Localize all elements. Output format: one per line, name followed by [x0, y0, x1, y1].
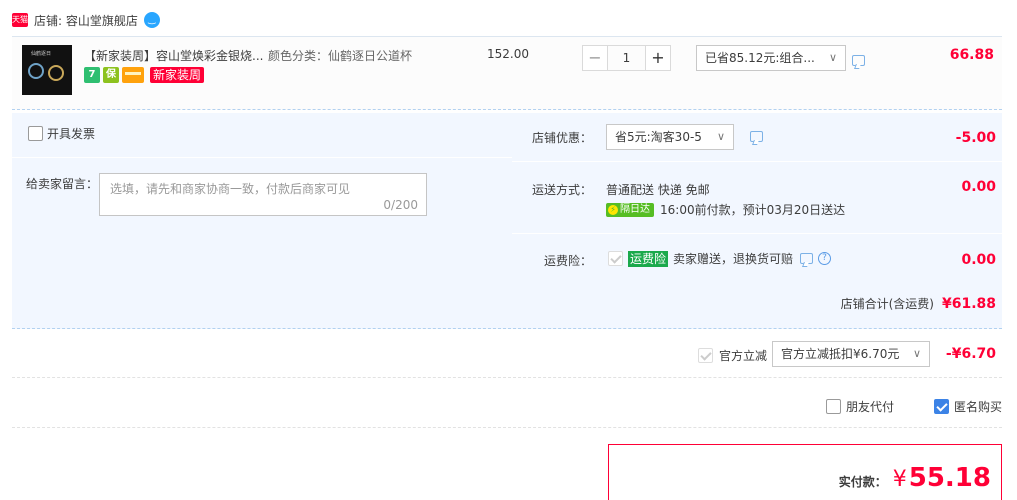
increase-quantity-button[interactable]: + [645, 45, 671, 71]
order-options-left: 开具发票 给卖家留言： 选填，请先和商家协商一致，付款后商家可见 0/200 [12, 113, 512, 277]
official-discount-value: 官方立减抵扣¥6.70元 [781, 347, 900, 361]
order-options-panel: 开具发票 给卖家留言： 选填，请先和商家协商一致，付款后商家可见 0/200 店… [12, 113, 1002, 329]
divider [512, 161, 1002, 162]
help-icon[interactable]: ? [818, 252, 832, 265]
freight-insurance-checkbox [608, 251, 623, 266]
payment-options-row: 朋友代付 匿名购买 [12, 382, 1002, 428]
freight-insurance-amount: 0.00 [961, 252, 996, 268]
lightning-icon: ⚡ [608, 204, 618, 215]
store-total: 店铺合计(含运费) ¥61.88 [841, 295, 996, 312]
payment-amount: 55.18 [908, 463, 991, 493]
divider [12, 157, 512, 158]
message-icon[interactable] [852, 55, 865, 66]
seller-memo-textarea[interactable]: 选填，请先和商家协商一致，付款后商家可见 0/200 [99, 173, 427, 216]
cup-graphic [48, 65, 64, 81]
official-discount-amount: -¥6.70 [945, 346, 996, 362]
invoice-checkbox[interactable] [28, 126, 43, 141]
official-discount-checkbox [698, 348, 713, 363]
service-tags: 7 保 新家装周 [84, 67, 205, 83]
store-total-label: 店铺合计(含运费) [840, 297, 934, 311]
store-coupon-value: 省5元:淘客30-5 [615, 130, 702, 144]
anonymous-checkbox[interactable] [934, 399, 949, 414]
store-coupon-select[interactable]: 省5元:淘客30-5 ∨ [606, 124, 734, 150]
unit-price: 152.00 [487, 47, 529, 61]
item-discount-select[interactable]: 已省85.12元:组合... ∨ [696, 45, 846, 71]
friend-pay-label: 朋友代付 [846, 400, 895, 414]
store-total-amount: ¥61.88 [941, 296, 996, 312]
tmall-icon: 天猫 [12, 13, 28, 27]
product-title-link[interactable]: 【新家装周】容山堂焕彩金银烧... [84, 47, 264, 64]
shipping-amount: 0.00 [961, 179, 996, 195]
friend-pay-checkbox[interactable] [826, 399, 841, 414]
payment-label: 实付款： [838, 475, 887, 489]
promo-tag: 新家装周 [150, 67, 205, 83]
item-subtotal: 66.88 [949, 47, 994, 63]
shipping-label: 运送方式： [531, 183, 592, 197]
item-discount-value: 已省85.12元:组合... [705, 51, 815, 65]
quantity-stepper: − 1 + [582, 45, 671, 71]
memo-placeholder: 选填，请先和商家协商一致，付款后商家可见 [110, 182, 351, 196]
store-name[interactable]: 店铺: 容山堂旗舰店 [34, 12, 138, 29]
official-discount-label: 官方立减 [719, 349, 768, 363]
memo-char-counter: 0/200 [383, 198, 418, 212]
chevron-down-icon: ∨ [912, 347, 921, 360]
credit-card-icon [122, 67, 144, 83]
store-coupon-amount: -5.00 [955, 130, 996, 146]
product-thumbnail[interactable]: 仙鹤逐日 [22, 45, 72, 95]
decrease-quantity-button[interactable]: − [582, 45, 608, 71]
friend-pay-option[interactable]: 朋友代付 [826, 398, 894, 415]
thumbnail-caption: 仙鹤逐日 [31, 51, 52, 57]
divider [512, 233, 1002, 234]
shipping-eta: 16:00前付款，预计03月20日送达 [660, 203, 846, 217]
shipping-eta-line: ⚡ 隔日达 16:00前付款，预计03月20日送达 [606, 201, 845, 218]
cart-item-row: 仙鹤逐日 【新家装周】容山堂焕彩金银烧... 颜色分类：仙鹤逐日公道杯 7 保 … [12, 36, 1002, 110]
payment-summary: 实付款： ¥ 55.18 [608, 444, 1002, 500]
invoice-option[interactable]: 开具发票 [28, 125, 95, 142]
freight-insurance-text: 卖家赠送，退换货可赔 [673, 252, 794, 266]
message-icon[interactable] [800, 253, 814, 264]
seven-day-return-icon: 7 [84, 67, 100, 83]
message-icon[interactable] [750, 131, 763, 142]
quantity-input[interactable]: 1 [608, 45, 645, 71]
next-day-badge: ⚡ 隔日达 [606, 202, 654, 217]
anonymous-option[interactable]: 匿名购买 [934, 398, 1002, 415]
guarantee-icon: 保 [103, 67, 119, 83]
official-discount-select[interactable]: 官方立减抵扣¥6.70元 ∨ [772, 341, 930, 367]
freight-insurance-badge: 运费险 [628, 250, 669, 267]
invoice-label: 开具发票 [47, 127, 96, 141]
order-options-right: 店铺优惠： 省5元:淘客30-5 ∨ -5.00 运送方式： 普通配送 快递 免… [512, 113, 1002, 277]
freight-insurance-label: 运费险： [543, 254, 592, 268]
official-discount-option: 官方立减 [698, 347, 767, 364]
store-coupon-label: 店铺优惠： [531, 131, 592, 145]
product-sku: 颜色分类：仙鹤逐日公道杯 [268, 49, 413, 63]
store-header: 天猫 店铺: 容山堂旗舰店 ‿ [12, 10, 160, 30]
shipping-method: 普通配送 快递 免邮 [606, 183, 710, 197]
cup-graphic [28, 63, 44, 79]
official-discount-row: 官方立减 官方立减抵扣¥6.70元 ∨ -¥6.70 [12, 334, 1002, 378]
freight-insurance-option: 运费险 卖家赠送，退换货可赔 ? [608, 250, 832, 267]
memo-label: 给卖家留言： [26, 177, 99, 191]
wangwang-chat-icon[interactable]: ‿ [143, 12, 160, 28]
payment-total: 实付款： ¥ 55.18 [839, 463, 991, 493]
chevron-down-icon: ∨ [716, 130, 725, 143]
chevron-down-icon: ∨ [828, 51, 837, 64]
anonymous-label: 匿名购买 [954, 400, 1003, 414]
next-day-label: 隔日达 [620, 203, 650, 215]
currency-symbol: ¥ [892, 467, 907, 492]
store-total-row: 店铺合计(含运费) ¥61.88 [12, 277, 1002, 329]
